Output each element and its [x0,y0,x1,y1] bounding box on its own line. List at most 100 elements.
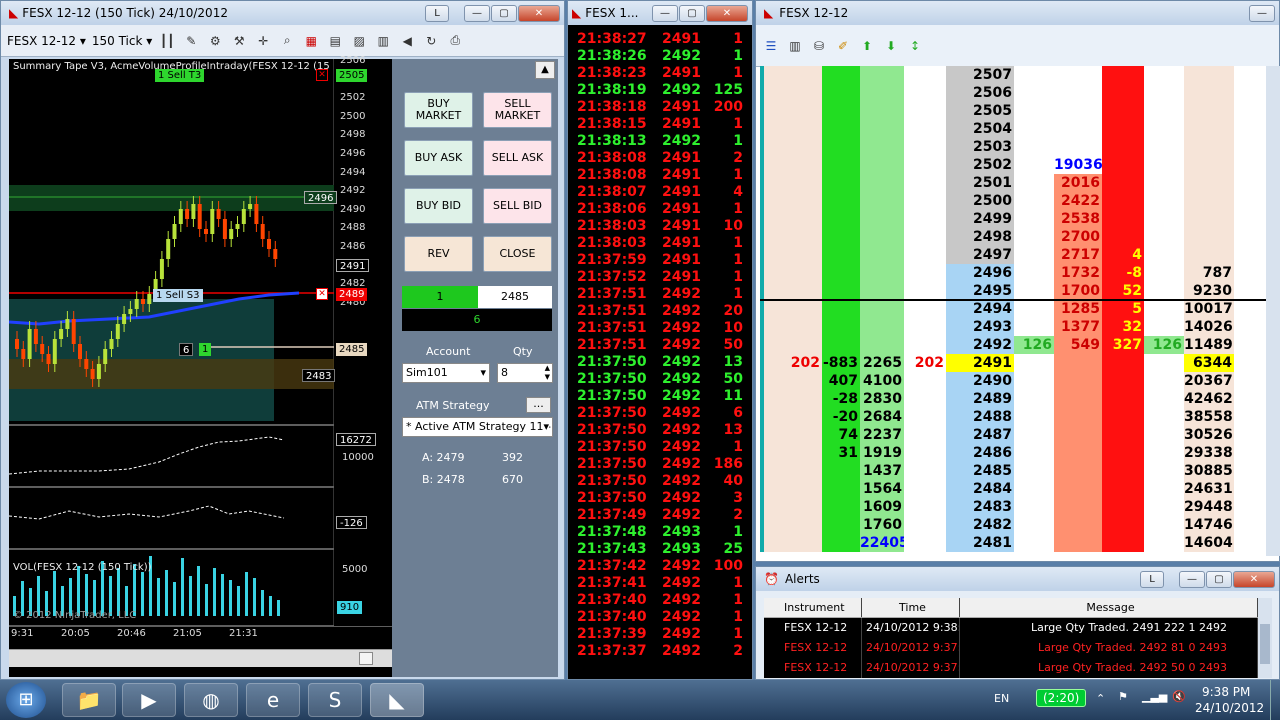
dom-cell-bid-size[interactable] [904,408,946,426]
dom-cell-delta[interactable] [822,174,860,192]
dom-cell-total-volume[interactable]: 6344 [1184,354,1234,372]
dom-cell-bid-size[interactable] [904,228,946,246]
dom-cell-ask-orders[interactable] [1102,174,1144,192]
dom-cell-price[interactable]: 2500 [946,192,1014,210]
atm-strategy-select[interactable]: * Active ATM Strategy 11 - ▾ [402,417,553,437]
dom-cell-volume-right[interactable] [1144,444,1184,462]
dom-row[interactable]: 2505 [760,102,1275,120]
dom-row[interactable]: 2495 1700 52 9230 [760,282,1275,300]
dom-cell-bid-size[interactable] [904,426,946,444]
dom-row[interactable]: 2492 126 549 327 126 11489 [760,336,1275,354]
dom-cell-volume-right[interactable] [1144,246,1184,264]
dom-cell-total-volume[interactable]: 42462 [1184,390,1234,408]
indicator-icon[interactable]: ⚙ [206,32,224,50]
collapse-panel-button[interactable]: ▲ [535,61,555,79]
price-chart[interactable]: 2506250425022500249824962494249224902488… [9,55,392,677]
dom-cell-ask-size[interactable] [1054,84,1102,102]
media-player-taskbar-icon[interactable]: ▶ [122,683,176,717]
link-button[interactable]: L [425,4,449,22]
dom-cell-ask-size[interactable]: 1285 [1054,300,1102,318]
show-desktop-button[interactable] [1270,680,1280,720]
dom-cell-volume-right[interactable] [1144,210,1184,228]
atm-config-button[interactable]: ... [526,397,551,413]
dom-cell-price[interactable]: 2481 [946,534,1014,552]
dom-cell-bid-volume[interactable] [860,138,904,156]
dom-cell-ask-size[interactable] [1054,516,1102,534]
scroll-thumb[interactable] [359,652,373,665]
dom-cell-bid-size-right[interactable] [1014,534,1054,552]
dom-row[interactable]: 2504 [760,120,1275,138]
dom-cell-bid-size-right[interactable] [1014,102,1054,120]
dom-cell-delta[interactable] [822,210,860,228]
buy-market-button[interactable]: BUY MARKET [404,92,473,128]
dom-cell-bid-orders[interactable] [764,264,822,282]
dom-cell-bid-size[interactable] [904,336,946,354]
dom-scrollbar[interactable] [1266,66,1280,556]
cancel-s3-icon[interactable]: ✕ [316,288,328,300]
dom-cell-bid-orders[interactable] [764,318,822,336]
dom-cell-bid-volume[interactable]: 22405 [860,534,904,552]
dom-cell-bid-orders[interactable] [764,498,822,516]
dom-titlebar[interactable]: ◣ FESX 12-12 — [756,1,1279,25]
zoom-icon[interactable]: ⌕ [278,32,296,50]
dom-cell-delta[interactable] [822,84,860,102]
dom-cell-delta[interactable] [822,318,860,336]
dom-cell-price[interactable]: 2498 [946,228,1014,246]
dom-cell-volume-right[interactable] [1144,480,1184,498]
dom-cell-bid-size[interactable] [904,372,946,390]
dom-cell-bid-size[interactable] [904,192,946,210]
dom-cell-bid-volume[interactable] [860,282,904,300]
dom-cell-ask-size[interactable] [1054,390,1102,408]
dom-cell-price[interactable]: 2495 [946,282,1014,300]
dom-cell-bid-size-right[interactable] [1014,354,1054,372]
instrument-selector[interactable]: FESX 12-12 ▾ [7,34,86,48]
dom-cell-volume-right[interactable] [1144,66,1184,84]
dom-cell-ask-size[interactable] [1054,480,1102,498]
dom-cell-bid-orders[interactable] [764,210,822,228]
volume-icon[interactable]: 🔇 [1172,690,1186,703]
dom-cell-volume-right[interactable]: 126 [1144,336,1184,354]
dom-cell-bid-orders[interactable] [764,480,822,498]
dom-cell-ask-orders[interactable] [1102,462,1144,480]
dom-row[interactable]: 2506 [760,84,1275,102]
dom-cell-price[interactable]: 2484 [946,480,1014,498]
dom-cell-volume-right[interactable] [1144,138,1184,156]
dom-cell-bid-size-right[interactable] [1014,480,1054,498]
sell-bid-button[interactable]: SELL BID [483,188,552,224]
dom-cell-ask-orders[interactable]: 5 [1102,300,1144,318]
bar-type-icon[interactable]: ┃┃ [158,32,176,50]
dom-row[interactable]: 1609 2483 29448 [760,498,1275,516]
dom-cell-price[interactable]: 2496 [946,264,1014,282]
dom-cell-ask-size[interactable] [1054,462,1102,480]
dom-cell-price[interactable]: 2492 [946,336,1014,354]
dom-cell-total-volume[interactable] [1184,174,1234,192]
minimize-button[interactable]: — [652,4,678,22]
dom-cell-bid-volume[interactable] [860,228,904,246]
dom-cell-bid-volume[interactable]: 4100 [860,372,904,390]
dom-cell-ask-orders[interactable]: 4 [1102,246,1144,264]
dom-cell-bid-orders[interactable] [764,156,822,174]
quantity-stepper[interactable]: 8 ▲ ▼ [497,363,553,383]
ie-taskbar-icon[interactable]: e [246,683,300,717]
dom-cell-bid-volume[interactable]: 1760 [860,516,904,534]
minimize-button[interactable]: — [464,4,490,22]
dom-cell-price[interactable]: 2502 [946,156,1014,174]
dom-row[interactable]: 2499 2538 [760,210,1275,228]
dom-cell-price[interactable]: 2505 [946,102,1014,120]
dom-cell-bid-orders[interactable] [764,390,822,408]
position-marker[interactable]: 1 [199,343,212,356]
dom-cell-bid-orders[interactable] [764,534,822,552]
dom-cell-ask-orders[interactable] [1102,102,1144,120]
dom-cell-price[interactable]: 2489 [946,390,1014,408]
dom-cell-ask-size[interactable]: 2016 [1054,174,1102,192]
dom-cell-bid-orders[interactable] [764,462,822,480]
dom-cell-total-volume[interactable] [1184,156,1234,174]
dom-cell-bid-orders[interactable] [764,120,822,138]
dom-cell-bid-size[interactable] [904,120,946,138]
minimize-button[interactable]: — [1179,570,1205,588]
dom-cell-bid-volume[interactable] [860,156,904,174]
dom-cell-bid-orders[interactable] [764,426,822,444]
dom-cell-ask-size[interactable] [1054,120,1102,138]
sell-ask-button[interactable]: SELL ASK [483,140,552,176]
minimize-button[interactable]: — [1249,4,1275,22]
